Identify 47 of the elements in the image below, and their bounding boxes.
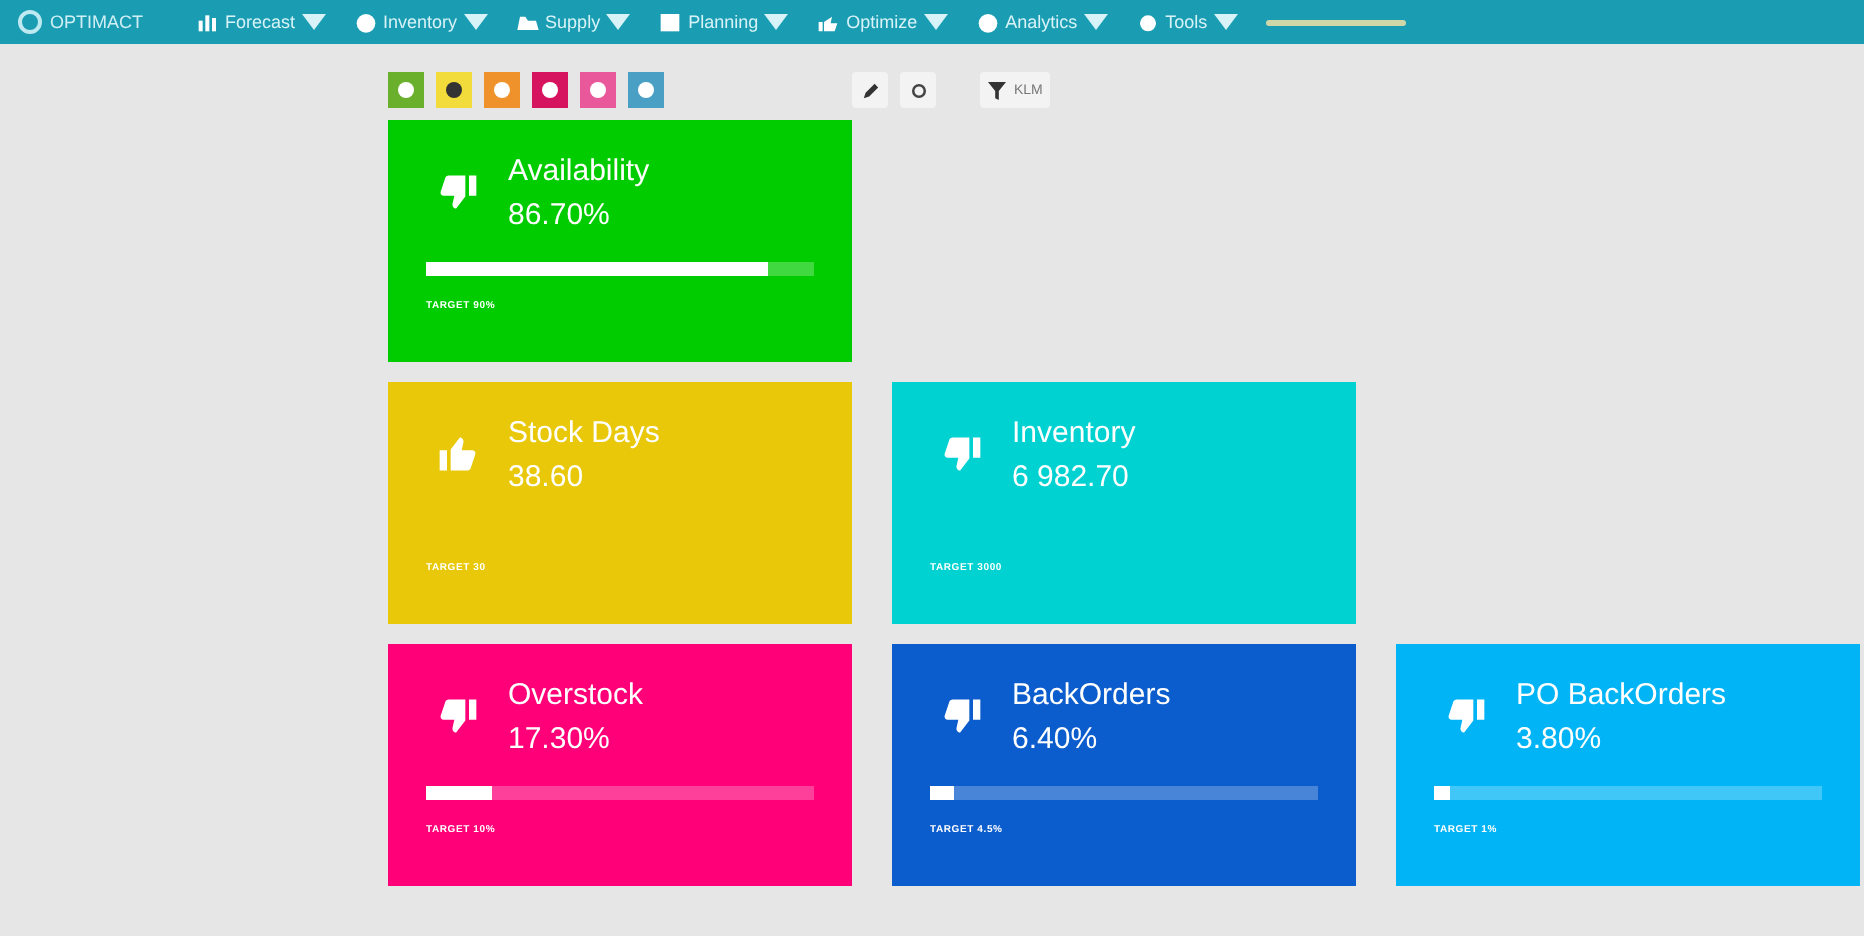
circle-icon [588, 80, 608, 100]
nav-menu[interactable]: Forecast [195, 10, 326, 34]
kpi-title: Overstock [508, 676, 644, 716]
caret-icon [301, 10, 326, 34]
circle-icon [540, 80, 560, 100]
nav-menu[interactable]: Inventory [353, 10, 488, 34]
nav-menu[interactable]: Optimize [816, 10, 948, 34]
caret-icon [923, 10, 948, 34]
refresh-icon [909, 81, 927, 99]
color-button[interactable] [628, 72, 664, 108]
kpi-title: Availability [508, 152, 650, 192]
nav-menu[interactable]: Supply [515, 10, 631, 34]
kpi-title: Inventory [1012, 414, 1136, 454]
logo-icon [16, 8, 44, 36]
color-button[interactable] [436, 72, 472, 108]
caret-icon [764, 10, 789, 34]
kpi-title: Stock Days [508, 414, 660, 454]
kpi-title: PO BackOrders [1516, 676, 1727, 716]
color-button[interactable] [388, 72, 424, 108]
kpi-value: 38.60 [508, 458, 586, 498]
color-button[interactable] [532, 72, 568, 108]
bar-chart-icon [195, 10, 219, 34]
circle-icon [492, 80, 512, 100]
caret-icon [1083, 10, 1108, 34]
circle-icon [444, 80, 464, 100]
circle-icon [396, 80, 416, 100]
circle-icon [636, 80, 656, 100]
nav-menu[interactable]: Planning [658, 10, 789, 34]
brand-name: OPTIMACT [50, 12, 143, 32]
pencil-icon [861, 81, 879, 99]
caret-icon [463, 10, 488, 34]
kpi-value: 86.70% [508, 196, 612, 236]
caret-icon [1213, 10, 1238, 34]
user-bar [1265, 19, 1406, 25]
edit-button[interactable] [852, 72, 888, 108]
kpi-value: 17.30% [508, 720, 612, 760]
kpi-value: 6 982.70 [1012, 458, 1131, 498]
filter-icon [988, 81, 1006, 99]
nav-menu[interactable]: Tools [1135, 10, 1238, 34]
refresh-button[interactable] [900, 72, 936, 108]
kpi-value: 3.80% [1516, 720, 1604, 760]
kpi-title: BackOrders [1012, 676, 1171, 716]
nav-menu[interactable]: Analytics [975, 10, 1108, 34]
color-button[interactable] [580, 72, 616, 108]
color-button[interactable] [484, 72, 520, 108]
caret-icon [606, 10, 631, 34]
kpi-value: 6.40% [1012, 720, 1100, 760]
